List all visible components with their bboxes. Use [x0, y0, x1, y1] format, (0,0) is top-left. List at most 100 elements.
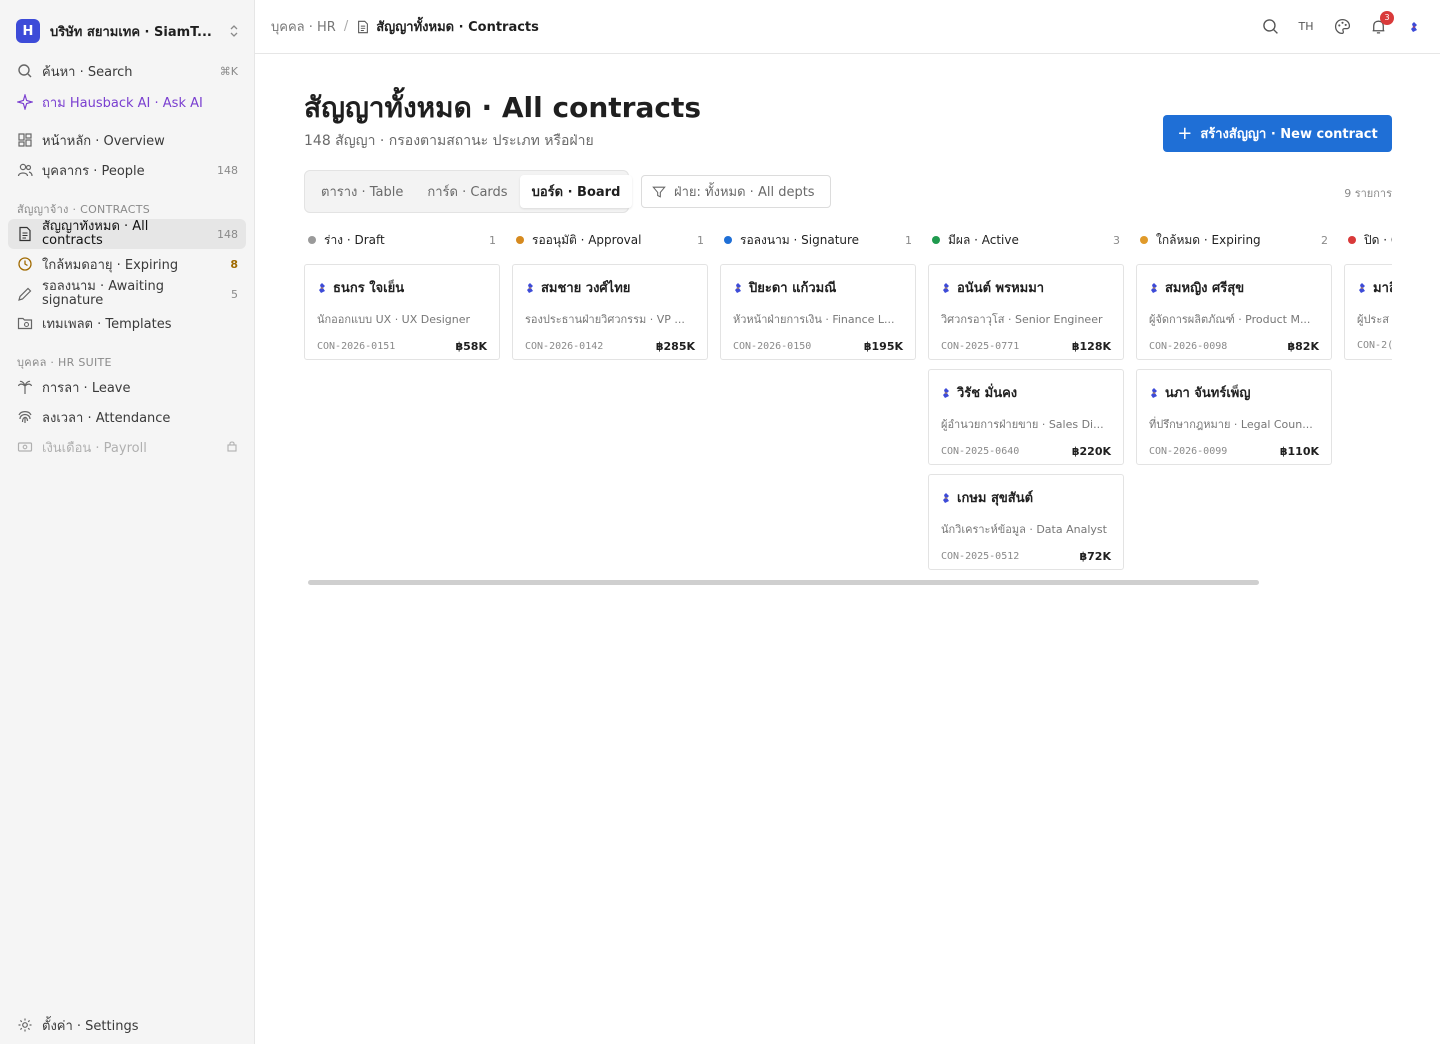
- employee-role: ผู้อำนวยการฝ่ายขาย · Sales Di...: [941, 418, 1104, 431]
- sidebar-item-leave[interactable]: การลา · Leave: [8, 373, 246, 401]
- column-header: ปิด · C: [1344, 228, 1392, 252]
- contract-amount: ฿58K: [455, 340, 488, 353]
- contract-card[interactable]: นภา จันทร์เพ็ญ ที่ปรึกษากฎหมาย · Legal Co…: [1136, 369, 1332, 465]
- breadcrumb-parent[interactable]: บุคคล · HR: [271, 16, 336, 37]
- money-icon: [16, 438, 34, 456]
- employee-name: มาลี: [1373, 281, 1392, 296]
- sidebar-item-ask-ai[interactable]: ถาม Hausback AI · Ask AI: [8, 88, 246, 116]
- contract-amount: ฿128K: [1071, 340, 1111, 353]
- search-icon[interactable]: [1260, 17, 1280, 37]
- sidebar-item-people[interactable]: บุคลากร · People 148: [8, 156, 246, 184]
- employee-role: ผู้ประส: [1357, 313, 1389, 326]
- card-name-row: สมหญิง ศรีสุข: [1149, 277, 1319, 298]
- card-name-row: นภา จันทร์เพ็ญ: [1149, 382, 1319, 403]
- count-badge: 8: [230, 257, 238, 271]
- new-contract-label: สร้างสัญญา · New contract: [1200, 127, 1378, 142]
- card-footer: CON-2026-0099 ฿110K: [1149, 445, 1319, 458]
- kanban-board: ร่าง · Draft 1 ธนกร ใจเย็น นักออกแบบ UX · U…: [304, 228, 1392, 574]
- sidebar-item-awaiting-signature[interactable]: รอลงนาม · Awaiting signature 5: [8, 279, 246, 309]
- sidebar-item-expiring[interactable]: ใกล้หมดอายุ · Expiring 8: [8, 250, 246, 278]
- language-toggle[interactable]: TH: [1296, 17, 1316, 37]
- contract-id: CON-2026-0151: [317, 341, 396, 352]
- person-icon: [735, 282, 741, 293]
- contract-card[interactable]: ธนกร ใจเย็น นักออกแบบ UX · UX Designer CON…: [304, 264, 500, 360]
- clock-icon: [16, 255, 34, 273]
- contract-card[interactable]: วิรัช มั่นคง ผู้อำนวยการฝ่ายขาย · Sales D…: [928, 369, 1124, 465]
- contract-card[interactable]: มาลีผู้ประส CON-2(: [1344, 264, 1392, 360]
- search-icon: [16, 62, 34, 80]
- shortcut-hint: ⌘K: [219, 64, 238, 78]
- palette-icon[interactable]: [1332, 17, 1352, 37]
- workspace-switcher[interactable]: H บริษัท สยามเทค · SiamT...: [10, 14, 246, 48]
- employee-name: ธนกร ใจเย็น: [333, 281, 405, 296]
- card-footer: CON-2(: [1357, 340, 1392, 351]
- person-icon: [319, 282, 325, 293]
- contract-id: CON-2026-0142: [525, 341, 604, 352]
- palm-tree-icon: [16, 378, 34, 396]
- sidebar-item-label: ลงเวลา · Attendance: [42, 410, 171, 426]
- sidebar-item-label: ตั้งค่า · Settings: [42, 1018, 139, 1034]
- column-title: ใกล้หมด · Expiring: [1156, 232, 1261, 247]
- employee-name: นภา จันทร์เพ็ญ: [1165, 386, 1251, 401]
- contract-card[interactable]: สมชาย วงศ์ไทย รองประธานฝ่ายวิศวกรรม · VP …: [512, 264, 708, 360]
- card-name-row: อนันต์ พรหมมา: [941, 277, 1111, 298]
- contract-id: CON-2(: [1357, 340, 1392, 351]
- column-count: 1: [697, 233, 704, 247]
- contract-card[interactable]: สมหญิง ศรีสุข ผู้จัดการผลิตภัณฑ์ · Produc…: [1136, 264, 1332, 360]
- contract-id: CON-2025-0640: [941, 446, 1020, 457]
- department-filter[interactable]: ฝ่าย: ทั้งหมด · All depts: [641, 175, 831, 208]
- sidebar-item-all-contracts[interactable]: สัญญาทั้งหมด · All contracts 148: [8, 219, 246, 249]
- department-filter-label: ฝ่าย: ทั้งหมด · All depts: [674, 185, 815, 200]
- sidebar-item-settings[interactable]: ตั้งค่า · Settings: [8, 1011, 246, 1039]
- employee-role: หัวหน้าฝ่ายการเงิน · Finance L...: [733, 313, 895, 326]
- contract-amount: ฿220K: [1071, 445, 1111, 458]
- employee-name: อนันต์ พรหมมา: [957, 281, 1045, 296]
- tab-cards[interactable]: การ์ด · Cards: [415, 175, 519, 208]
- sidebar-item-attendance[interactable]: ลงเวลา · Attendance: [8, 403, 246, 431]
- board-column: รออนุมัติ · Approval 1 สมชาย วงศ์ไทย รองประ…: [512, 228, 708, 360]
- view-switcher: ตาราง · Table การ์ด · Cards บอร์ด · Boar…: [304, 170, 633, 213]
- sidebar-item-label: บุคลากร · People: [42, 163, 145, 179]
- sidebar-item-label: ค้นหา · Search: [42, 64, 133, 80]
- page-subtitle: 148 สัญญา · กรองตามสถานะ ประเภท หรือฝ่าย: [304, 133, 594, 149]
- contract-id: CON-2026-0098: [1149, 341, 1228, 352]
- horizontal-scrollbar[interactable]: [308, 580, 1259, 585]
- tab-table[interactable]: ตาราง · Table: [309, 175, 415, 208]
- person-icon: [943, 492, 949, 503]
- tab-board[interactable]: บอร์ด · Board: [519, 175, 633, 208]
- person-icon: [943, 282, 949, 293]
- column-header: รออนุมัติ · Approval 1: [512, 228, 708, 252]
- employee-role: วิศวกรอาวุโส · Senior Engineer: [941, 313, 1103, 326]
- document-icon: [16, 225, 34, 243]
- sidebar-item-overview[interactable]: หน้าหลัก · Overview: [8, 126, 246, 154]
- board-column: ร่าง · Draft 1 ธนกร ใจเย็น นักออกแบบ UX · U…: [304, 228, 500, 360]
- breadcrumb-current: สัญญาทั้งหมด · Contracts: [356, 16, 539, 37]
- contract-card[interactable]: เกษม สุขสันต์ นักวิเคราะห์ข้อมูล · Data A…: [928, 474, 1124, 570]
- sparkle-icon: [16, 93, 34, 111]
- sidebar-item-label: ถาม Hausback AI · Ask AI: [42, 95, 203, 111]
- contract-amount: ฿110K: [1279, 445, 1319, 458]
- column-header: รอลงนาม · Signature 1: [720, 228, 916, 252]
- sidebar-item-templates[interactable]: เทมเพลต · Templates: [8, 309, 246, 337]
- person-icon: [1151, 387, 1157, 398]
- breadcrumb-separator: /: [343, 19, 349, 34]
- count-badge: 5: [231, 287, 238, 301]
- count-badge: 148: [217, 227, 238, 241]
- status-dot: [308, 236, 316, 244]
- contract-amount: ฿72K: [1079, 550, 1112, 563]
- avatar[interactable]: [1404, 17, 1424, 37]
- column-count: 3: [1113, 233, 1120, 247]
- contract-card[interactable]: ปิยะดา แก้วมณี หัวหน้าฝ่ายการเงิน · Finan…: [720, 264, 916, 360]
- sidebar-item-search[interactable]: ค้นหา · Search ⌘K: [8, 57, 246, 85]
- bell-icon[interactable]: 3: [1368, 10, 1394, 37]
- employee-name: เกษม สุขสันต์: [957, 491, 1034, 506]
- new-contract-button[interactable]: + สร้างสัญญา · New contract: [1163, 115, 1392, 152]
- contract-card[interactable]: อนันต์ พรหมมาวิศวกรอาวุโส · Senior Engin…: [928, 264, 1124, 360]
- column-header: ใกล้หมด · Expiring 2: [1136, 228, 1332, 252]
- board-column: ปิด · C มาลีผู้ประส CON-2(: [1344, 228, 1392, 360]
- column-title: รอลงนาม · Signature: [740, 232, 860, 247]
- breadcrumb-current-label: สัญญาทั้งหมด · Contracts: [376, 20, 539, 35]
- board-column: รอลงนาม · Signature 1 ปิยะดา แก้วมณี หัวหน้…: [720, 228, 916, 360]
- person-icon: [1359, 282, 1365, 293]
- sidebar-item-label: หน้าหลัก · Overview: [42, 133, 165, 149]
